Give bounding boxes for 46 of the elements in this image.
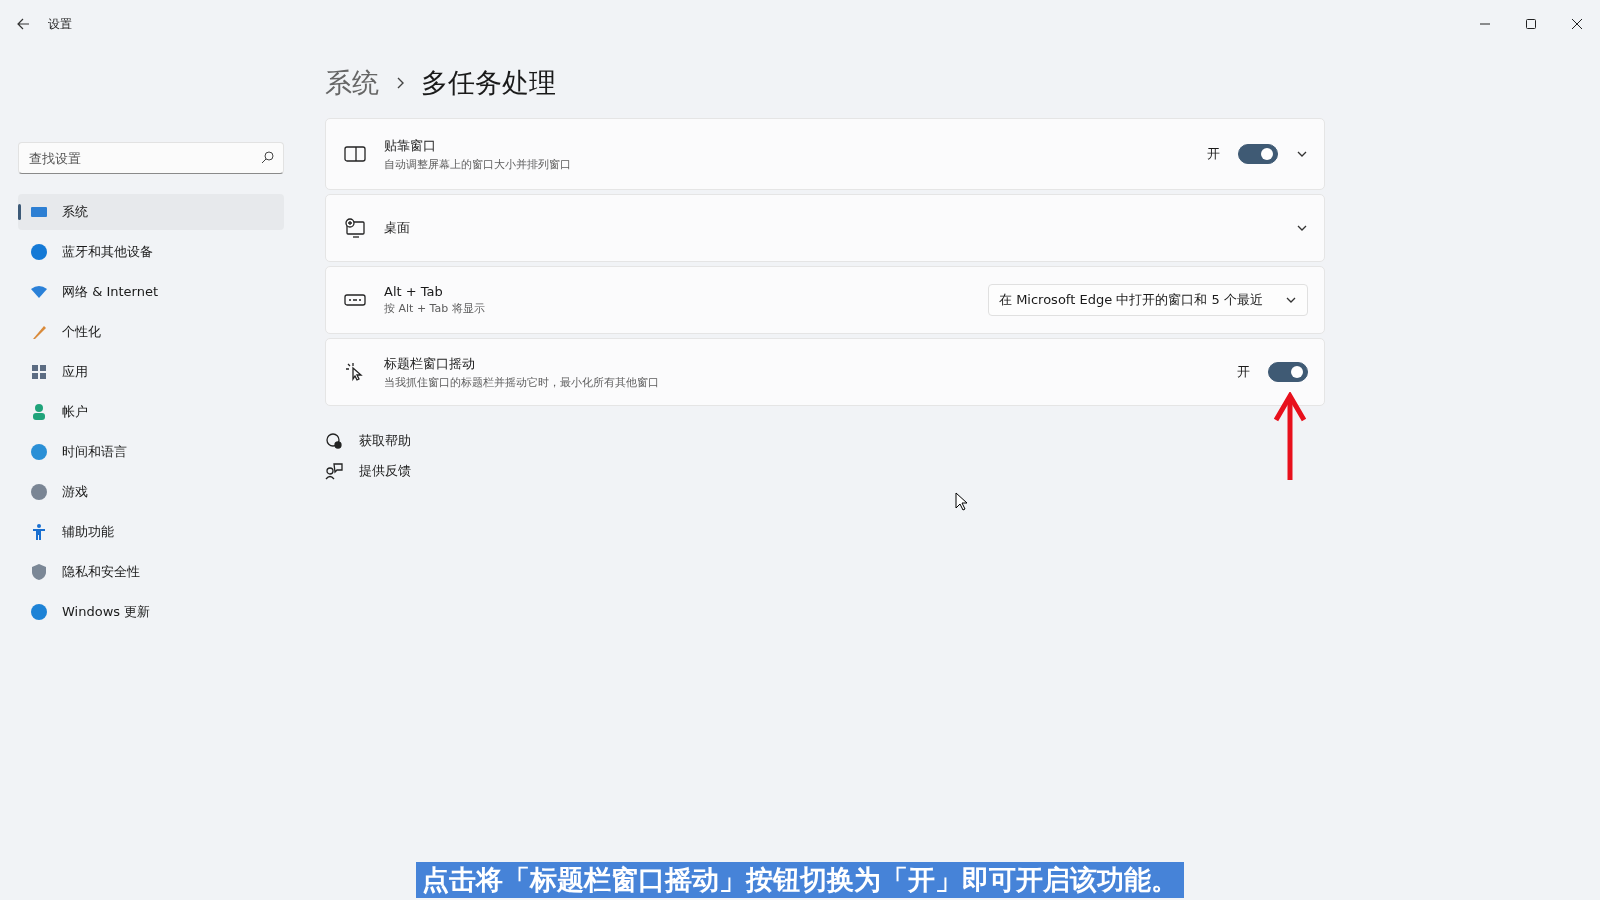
maximize-icon[interactable] [1526,19,1536,29]
help-icon [325,432,343,450]
chevron-right-icon [395,76,405,90]
brush-icon [30,323,48,341]
accessibility-icon [30,523,48,541]
sidebar-item[interactable]: 系统 [18,194,284,230]
setting-title: Alt + Tab [384,284,444,299]
setting-description: 当我抓住窗口的标题栏并摇动它时，最小化所有其他窗口 [384,374,660,390]
caption-text: 点击将「标题栏窗口摇动」按钮切换为「开」即可开启该功能。 [416,862,1184,898]
sidebar-item[interactable]: 时间和语言 [18,434,284,470]
sidebar-item[interactable]: 辅助功能 [18,514,284,550]
sidebar-item[interactable]: 网络 & Internet [18,274,284,310]
toggle-label: 开 [1207,145,1220,163]
breadcrumb-item: 多任务处理 [421,66,556,100]
shield-icon [30,563,48,581]
sidebar-item[interactable]: 游戏 [18,474,284,510]
back-arrow-icon[interactable] [16,17,30,31]
apps-icon [30,363,48,381]
setting-title: 标题栏窗口摇动 [384,354,476,373]
toggle-switch[interactable] [1238,144,1278,164]
close-icon[interactable] [1572,19,1582,29]
search-field[interactable]: 查找设置 [18,142,284,174]
toggle-switch[interactable] [1268,362,1308,382]
toggle-label: 开 [1237,363,1250,381]
sidebar-item[interactable]: 蓝牙和其他设备 [18,234,284,270]
setting-title: 桌面 [384,219,411,237]
sidebar-item[interactable]: 隐私和安全性 [18,554,284,590]
feedback-icon [325,462,343,480]
mouse-cursor-icon [955,492,969,512]
cursor-icon [344,362,366,382]
snap-window-icon [344,144,366,164]
sidebar-item[interactable]: 个性化 [18,314,284,350]
breadcrumb-item[interactable]: 系统 [325,65,379,101]
setting-description: 按 Alt + Tab 将显示 [384,301,486,316]
sidebar-item[interactable]: 应用 [18,354,284,390]
help-link[interactable]: 获取帮助 [359,432,411,450]
desktop-icon [344,218,366,238]
help-link[interactable]: 提供反馈 [359,462,411,480]
search-icon [261,151,274,164]
setting-title: 贴靠窗口 [384,136,437,155]
window-title: 设置 [48,15,72,33]
dropdown[interactable]: 在 Microsoft Edge 中打开的窗口和 5 个最近 [988,284,1308,316]
sidebar-item[interactable]: 帐户 [18,394,284,430]
person-icon [30,403,48,421]
setting-description: 自动调整屏幕上的窗口大小并排列窗口 [384,156,572,172]
sidebar-item[interactable]: Windows 更新 [18,594,284,630]
